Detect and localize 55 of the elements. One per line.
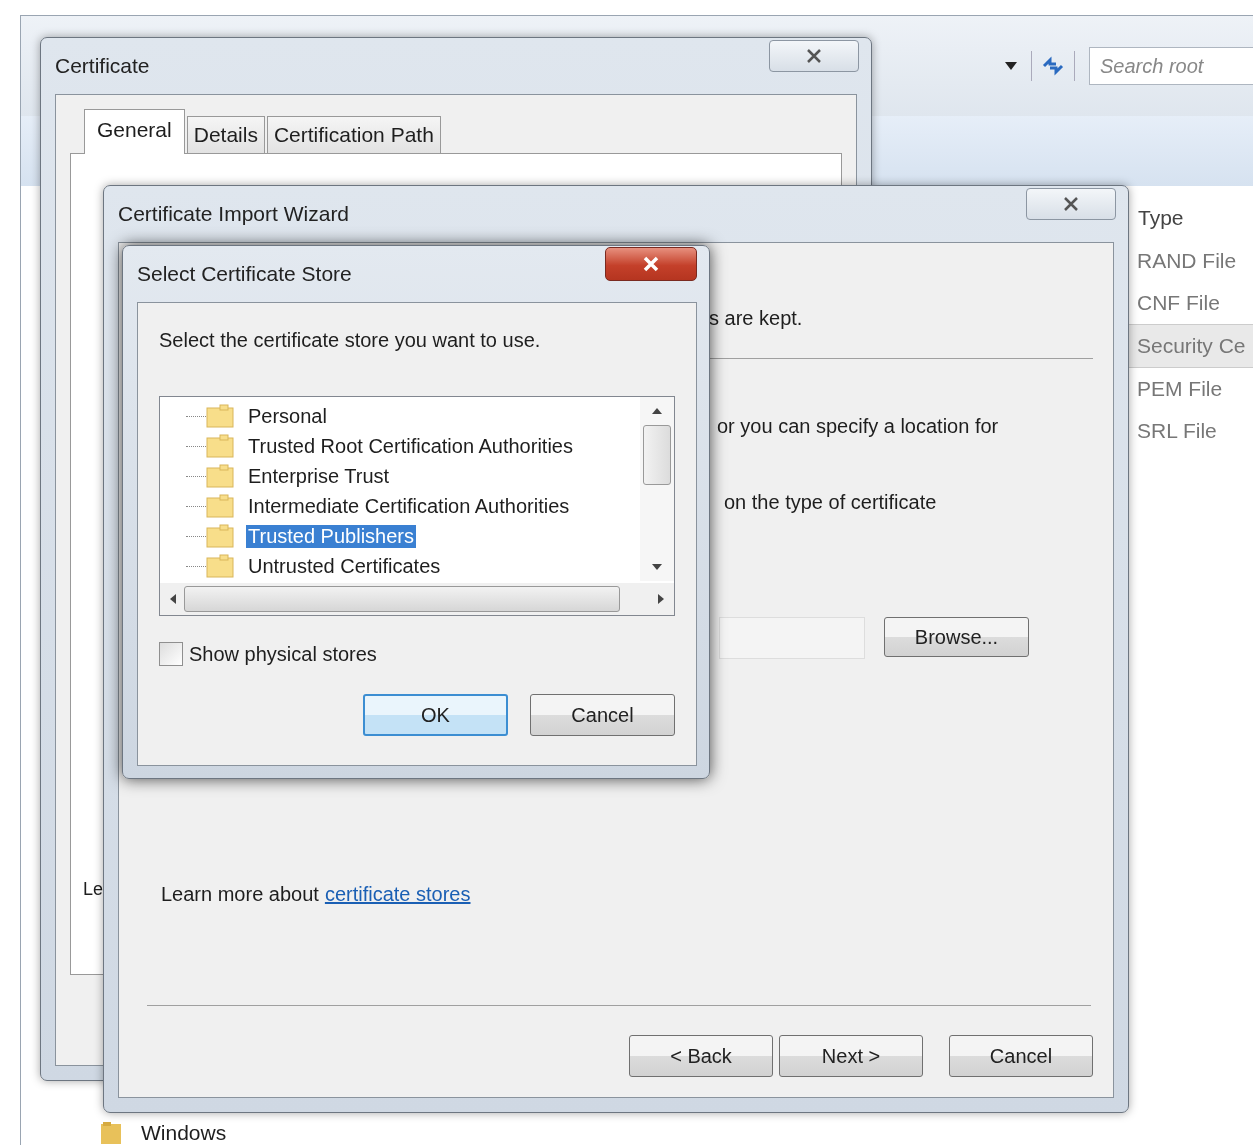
window-title: Certificate Import Wizard [118,202,350,226]
tree-item[interactable]: Enterprise Trust [246,464,392,488]
folder-icon [206,434,234,458]
description-text: on the type of certificate [724,491,937,514]
prompt-text: Select the certificate store you want to use. [159,329,542,352]
tree-item[interactable]: Untrusted Certificates [246,554,443,578]
tree-item[interactable]: Personal [246,404,329,428]
store-field[interactable] [719,617,865,659]
tab[interactable]: Details [186,116,265,153]
tree-item[interactable]: Trusted Root Certification Authorities [246,434,575,458]
folder-icon [206,404,234,428]
file-type-cell[interactable]: SRL File [1127,410,1253,452]
tab[interactable]: General [84,109,185,154]
folder-icon [206,524,234,548]
tab[interactable]: Certification Path [266,116,441,153]
checkbox-label[interactable]: Show physical stores [189,642,377,666]
vertical-scrollbar[interactable] [640,397,674,581]
file-type-cell[interactable]: RAND File [1127,240,1253,282]
dialog-button[interactable]: Cancel [530,694,675,736]
folder-icon [206,464,234,488]
certificate-stores-link[interactable]: certificate stores [324,883,471,906]
scroll-right-icon[interactable] [658,594,664,604]
folder-label[interactable]: Windows [141,1121,227,1145]
file-type-cell[interactable]: CNF File [1127,282,1253,324]
horizontal-scrollbar[interactable] [160,583,674,615]
wizard-button[interactable]: Next > [779,1035,923,1077]
refresh-icon[interactable] [1031,51,1075,81]
folder-icon [206,494,234,518]
scroll-up-icon[interactable] [652,408,662,414]
browse-button[interactable]: Browse... [884,617,1029,657]
file-type-cell[interactable]: PEM File [1127,368,1253,410]
link-text: Le [83,879,104,900]
folder-icon [101,1122,121,1144]
window-title: Certificate [55,54,150,78]
close-button[interactable] [769,40,859,72]
close-button[interactable] [1026,188,1116,220]
close-icon [1063,197,1079,211]
close-icon [806,49,822,63]
folder-icon [206,554,234,578]
description-text: s are kept. [709,307,803,330]
scroll-down-icon[interactable] [652,564,662,570]
close-button[interactable] [605,247,697,281]
search-field[interactable]: Search root [1089,47,1253,85]
close-icon [641,256,661,272]
wizard-button[interactable]: < Back [629,1035,773,1077]
file-type-cell[interactable]: Security Ce [1127,324,1253,368]
tree-item[interactable]: Trusted Publishers [246,524,416,548]
dialog-button[interactable]: OK [363,694,508,736]
description-text: or you can specify a location for [717,415,999,438]
checkbox[interactable] [159,642,183,666]
wizard-button[interactable]: Cancel [949,1035,1093,1077]
window-title: Select Certificate Store [137,262,352,286]
learn-more-text: Learn more about [161,883,319,906]
scroll-left-icon[interactable] [170,594,176,604]
tree-item[interactable]: Intermediate Certification Authorities [246,494,572,518]
